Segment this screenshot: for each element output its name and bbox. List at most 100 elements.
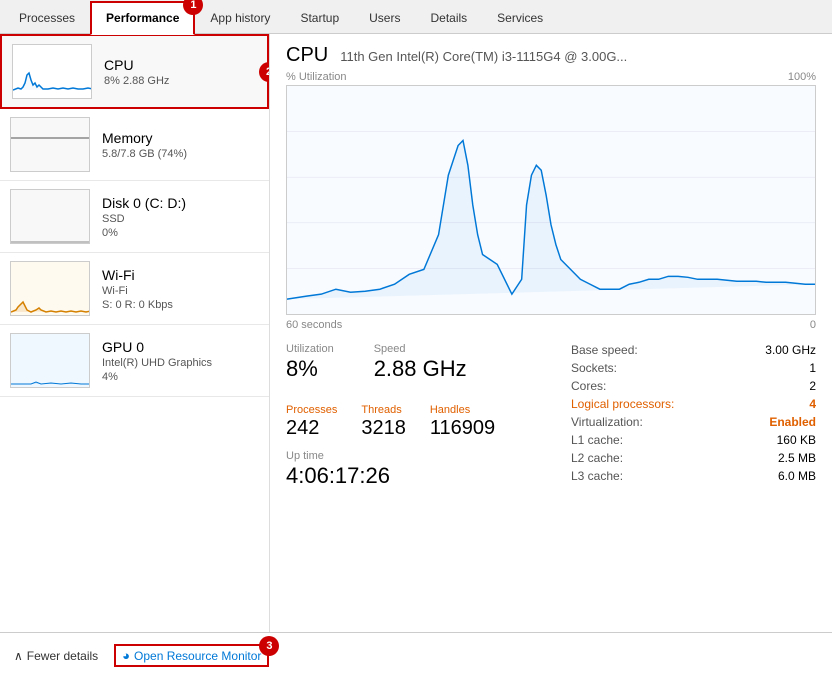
- disk-mini-chart-svg: [11, 190, 90, 244]
- memory-item-name: Memory: [102, 130, 187, 146]
- open-resource-monitor-button[interactable]: ◕ Open Resource Monitor 3: [114, 644, 269, 667]
- info-val-l3: 6.0 MB: [778, 469, 816, 483]
- chart-label-row: % Utilization 100%: [286, 71, 816, 83]
- time-label-left: 60 seconds: [286, 319, 342, 331]
- gpu-item-detail2: 4%: [102, 371, 212, 383]
- info-key-l1: L1 cache:: [571, 433, 711, 447]
- tab-processes[interactable]: Processes: [4, 1, 90, 35]
- gpu-item-name: GPU 0: [102, 339, 212, 355]
- sidebar: CPU 8% 2.88 GHz 2 Memory 5.8/7.8 GB (74%…: [0, 34, 270, 632]
- tab-services[interactable]: Services: [482, 1, 558, 35]
- fewer-details-label: Fewer details: [27, 649, 98, 663]
- disk-item-info: Disk 0 (C: D:) SSD 0%: [102, 195, 186, 239]
- info-val-cores: 2: [809, 379, 816, 393]
- memory-mini-chart-container: [10, 117, 90, 172]
- disk-item-detail2: 0%: [102, 227, 186, 239]
- handles-label: Handles: [430, 404, 495, 416]
- wifi-item-info: Wi-Fi Wi-Fi S: 0 R: 0 Kbps: [102, 267, 173, 311]
- utilization-block: Utilization 8%: [286, 343, 334, 382]
- info-row-logical: Logical processors: 4: [571, 397, 816, 411]
- info-key-l3: L3 cache:: [571, 469, 711, 483]
- main-content: CPU 8% 2.88 GHz 2 Memory 5.8/7.8 GB (74%…: [0, 34, 832, 632]
- cpu-item-name: CPU: [104, 57, 169, 73]
- utilization-label: Utilization: [286, 343, 334, 355]
- memory-item-detail: 5.8/7.8 GB (74%): [102, 148, 187, 160]
- footer: ∧ Fewer details ◕ Open Resource Monitor …: [0, 632, 832, 678]
- processes-label: Processes: [286, 404, 337, 416]
- cpu-model: 11th Gen Intel(R) Core(TM) i3-1115G4 @ 3…: [340, 49, 627, 64]
- disk-item-detail1: SSD: [102, 213, 186, 225]
- cpu-item-detail: 8% 2.88 GHz: [104, 75, 169, 87]
- tab-users[interactable]: Users: [354, 1, 415, 35]
- info-key-l2: L2 cache:: [571, 451, 711, 465]
- sidebar-badge: 2: [259, 62, 270, 82]
- chevron-up-icon: ∧: [14, 649, 23, 663]
- disk-mini-chart-container: [10, 189, 90, 244]
- threads-block: Threads 3218: [361, 404, 406, 440]
- tab-startup[interactable]: Startup: [285, 1, 354, 35]
- sidebar-item-wifi[interactable]: Wi-Fi Wi-Fi S: 0 R: 0 Kbps: [0, 253, 269, 325]
- open-monitor-label: Open Resource Monitor: [134, 649, 261, 663]
- time-label-right: 0: [810, 319, 816, 331]
- info-val-l1: 160 KB: [777, 433, 816, 447]
- uptime-block: Up time 4:06:17:26: [286, 450, 551, 489]
- info-key-sockets: Sockets:: [571, 361, 711, 375]
- processes-block: Processes 242: [286, 404, 337, 440]
- info-val-logical: 4: [809, 397, 816, 411]
- info-table: Base speed: 3.00 GHz Sockets: 1 Cores: 2…: [551, 343, 816, 501]
- wifi-item-detail1: Wi-Fi: [102, 285, 173, 297]
- speed-value: 2.88 GHz: [374, 356, 467, 382]
- disk-item-name: Disk 0 (C: D:): [102, 195, 186, 211]
- chart-time-row: 60 seconds 0: [286, 319, 816, 331]
- chart-label-left: % Utilization: [286, 71, 347, 83]
- info-val-virt: Enabled: [769, 415, 816, 429]
- sidebar-item-cpu[interactable]: CPU 8% 2.88 GHz 2: [0, 34, 269, 109]
- sidebar-item-disk[interactable]: Disk 0 (C: D:) SSD 0%: [0, 181, 269, 253]
- wifi-item-name: Wi-Fi: [102, 267, 173, 283]
- processes-value: 242: [286, 417, 337, 440]
- info-val-basespeed: 3.00 GHz: [765, 343, 816, 357]
- cpu-title-row: CPU 11th Gen Intel(R) Core(TM) i3-1115G4…: [286, 44, 816, 67]
- monitor-icon: ◕: [122, 648, 130, 663]
- threads-value: 3218: [361, 417, 406, 440]
- gpu-item-info: GPU 0 Intel(R) UHD Graphics 4%: [102, 339, 212, 383]
- info-row-l1: L1 cache: 160 KB: [571, 433, 816, 447]
- info-row-virt: Virtualization: Enabled: [571, 415, 816, 429]
- cpu-mini-chart-container: [12, 44, 92, 99]
- cpu-chart: [286, 85, 816, 315]
- tab-details[interactable]: Details: [415, 1, 482, 35]
- memory-mini-chart-svg: [11, 118, 90, 172]
- gpu-mini-chart-container: [10, 333, 90, 388]
- sidebar-item-gpu[interactable]: GPU 0 Intel(R) UHD Graphics 4%: [0, 325, 269, 397]
- wifi-mini-chart-svg: [11, 262, 90, 316]
- task-manager-window: Processes Performance 1 App history Star…: [0, 0, 832, 678]
- info-row-l3: L3 cache: 6.0 MB: [571, 469, 816, 483]
- cpu-panel: CPU 11th Gen Intel(R) Core(TM) i3-1115G4…: [270, 34, 832, 632]
- info-key-basespeed: Base speed:: [571, 343, 711, 357]
- speed-block: Speed 2.88 GHz: [374, 343, 467, 382]
- uptime-value: 4:06:17:26: [286, 463, 551, 489]
- memory-item-info: Memory 5.8/7.8 GB (74%): [102, 130, 187, 160]
- fewer-details-button[interactable]: ∧ Fewer details: [14, 649, 98, 663]
- sidebar-item-memory[interactable]: Memory 5.8/7.8 GB (74%): [0, 109, 269, 181]
- info-val-sockets: 1: [809, 361, 816, 375]
- stats-left: Utilization 8% Speed 2.88 GHz Processes …: [286, 343, 551, 501]
- info-row-sockets: Sockets: 1: [571, 361, 816, 375]
- wifi-mini-chart-container: [10, 261, 90, 316]
- info-key-virt: Virtualization:: [571, 415, 711, 429]
- info-key-cores: Cores:: [571, 379, 711, 393]
- handles-block: Handles 116909: [430, 404, 495, 440]
- utilization-value: 8%: [286, 356, 334, 382]
- gpu-item-detail1: Intel(R) UHD Graphics: [102, 357, 212, 369]
- handles-value: 116909: [430, 417, 495, 440]
- tab-bar: Processes Performance 1 App history Star…: [0, 0, 832, 34]
- tab-app-history[interactable]: App history: [195, 1, 285, 35]
- stats-grid: Utilization 8% Speed 2.88 GHz Processes …: [286, 343, 816, 501]
- threads-label: Threads: [361, 404, 406, 416]
- gpu-mini-chart-svg: [11, 334, 90, 388]
- footer-badge: 3: [259, 636, 279, 656]
- speed-label: Speed: [374, 343, 467, 355]
- process-stats-row: Processes 242 Threads 3218 Handles 11690…: [286, 404, 551, 440]
- info-row-basespeed: Base speed: 3.00 GHz: [571, 343, 816, 357]
- tab-performance[interactable]: Performance 1: [90, 1, 195, 35]
